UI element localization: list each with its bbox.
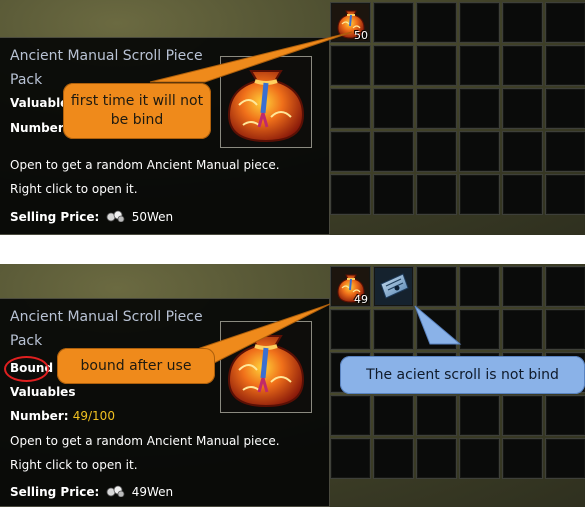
callout-scroll-not-bind: The acient scroll is not bind — [340, 356, 585, 394]
top-game-screen: 50 Ancient Manual Scroll Piece Pack Valu… — [0, 0, 585, 235]
callout-first-time: first time it will not be bind — [63, 83, 211, 139]
callout-bound-after-use: bound after use — [57, 348, 215, 384]
bottom-game-screen: 49 Ancient Manual Scroll Piece Pack Boun… — [0, 264, 585, 507]
